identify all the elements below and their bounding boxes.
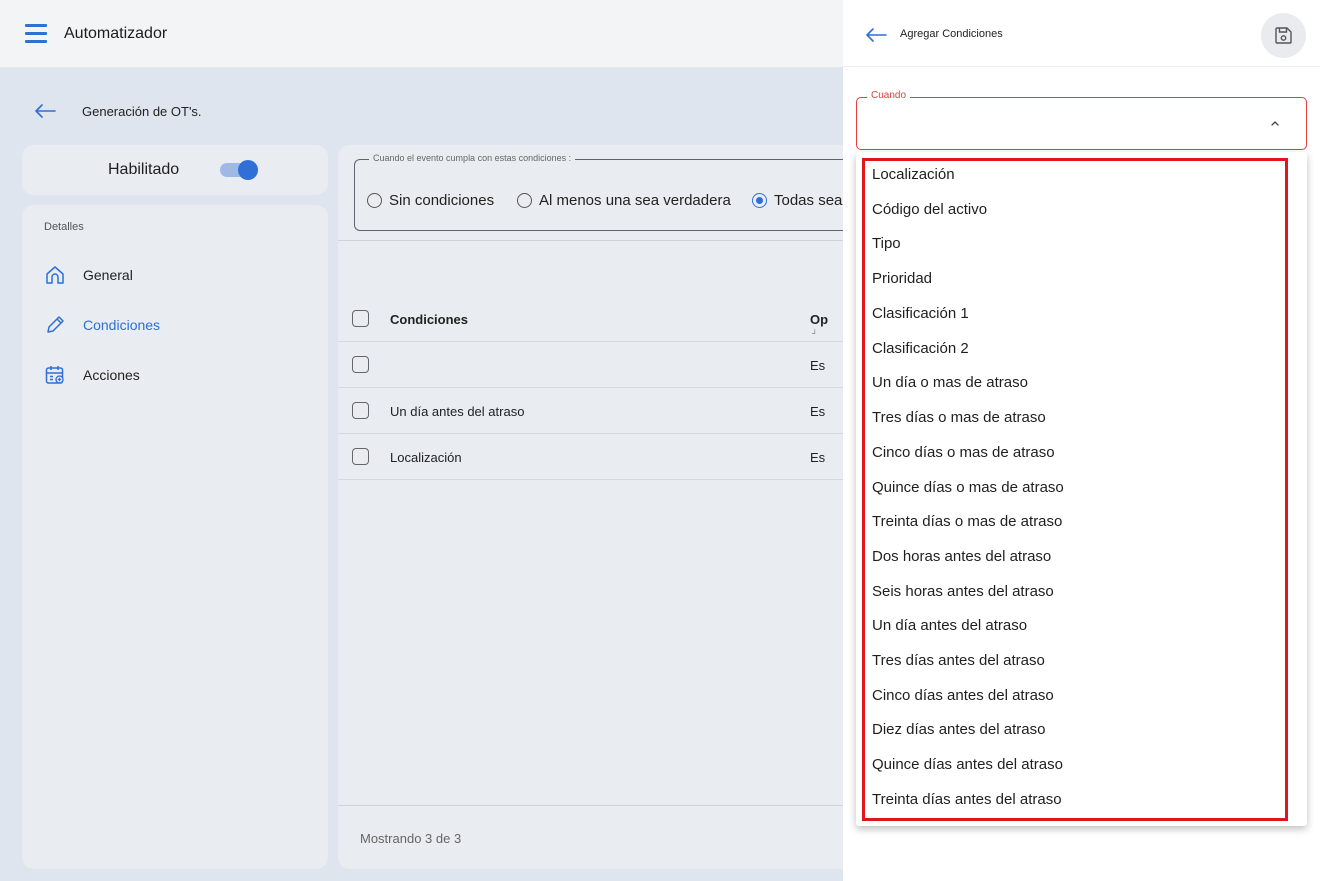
drawer-title: Agregar Condiciones bbox=[900, 28, 1003, 40]
radio-label: Al menos una sea verdadera bbox=[539, 192, 731, 209]
pencil-icon bbox=[47, 316, 64, 333]
row-checkbox[interactable] bbox=[352, 448, 369, 465]
chevron-up-icon bbox=[1271, 121, 1279, 126]
radio-label: Todas sea bbox=[774, 192, 843, 209]
toggle-knob bbox=[238, 160, 258, 180]
enable-label: Habilitado bbox=[108, 161, 180, 178]
row-op: Es bbox=[810, 358, 826, 373]
menu-item-option[interactable]: Tipo bbox=[872, 233, 1282, 255]
sidebar-item-label: General bbox=[83, 267, 133, 283]
menu-item-option[interactable]: Quince días antes del atraso bbox=[872, 754, 1282, 776]
add-conditions-drawer: Agregar Condiciones Cuando Localización … bbox=[843, 0, 1320, 881]
app-title: Automatizador bbox=[64, 25, 168, 42]
row-checkbox[interactable] bbox=[352, 356, 369, 373]
details-panel: Detalles General Condiciones Acciones bbox=[22, 205, 328, 869]
menu-item-option[interactable]: Quince días o mas de atraso bbox=[872, 477, 1282, 499]
menu-item-option[interactable]: Localización bbox=[872, 164, 1282, 186]
radio-circle-selected bbox=[752, 193, 767, 208]
table-row[interactable]: Localización Es bbox=[338, 434, 843, 480]
cuando-options-menu: Localización Código del activo Tipo Prio… bbox=[856, 152, 1307, 826]
menu-item-option[interactable]: Prioridad bbox=[872, 268, 1282, 290]
save-button[interactable] bbox=[1261, 13, 1306, 58]
row-op: Es bbox=[810, 404, 826, 419]
radio-label: Sin condiciones bbox=[389, 192, 495, 209]
breadcrumb-title: Generación de OT's. bbox=[82, 104, 202, 119]
sidebar-item-condiciones[interactable]: Condiciones bbox=[44, 314, 304, 336]
enable-card: Habilitado bbox=[22, 145, 328, 195]
menu-item-option[interactable]: Clasificación 1 bbox=[872, 303, 1282, 325]
menu-item-option[interactable]: Un día o mas de atraso bbox=[872, 372, 1282, 394]
sidebar-item-general[interactable]: General bbox=[44, 264, 304, 286]
save-icon bbox=[1275, 27, 1292, 44]
column-header-op: Op bbox=[810, 312, 829, 327]
radio-circle bbox=[367, 193, 382, 208]
menu-item-option[interactable]: Tres días antes del atraso bbox=[872, 650, 1282, 672]
row-condition: Localización bbox=[390, 450, 462, 465]
row-condition: Un día antes del atraso bbox=[390, 404, 525, 419]
menu-item-option[interactable]: Treinta días antes del atraso bbox=[872, 789, 1282, 811]
menu-item-option[interactable]: Dos horas antes del atraso bbox=[872, 546, 1282, 568]
menu-item-option[interactable]: Código del activo bbox=[872, 199, 1282, 221]
divider bbox=[338, 805, 843, 806]
drawer-header: Agregar Condiciones bbox=[843, 0, 1320, 67]
menu-item-option[interactable]: Tres días o mas de atraso bbox=[872, 407, 1282, 429]
back-arrow-icon[interactable] bbox=[865, 27, 887, 43]
select-all-checkbox[interactable] bbox=[352, 310, 369, 327]
menu-item-option[interactable]: Clasificación 2 bbox=[872, 338, 1282, 360]
column-header-condiciones: Condiciones bbox=[390, 312, 469, 327]
back-arrow-icon[interactable] bbox=[34, 102, 56, 120]
menu-item-option[interactable]: Diez días antes del atraso bbox=[872, 719, 1282, 741]
cuando-select[interactable]: Cuando bbox=[856, 90, 1307, 150]
table-row[interactable]: Es bbox=[338, 342, 843, 388]
calendar-add-icon bbox=[45, 366, 64, 384]
hamburger-menu-icon[interactable] bbox=[25, 24, 47, 44]
menu-item-option[interactable]: Seis horas antes del atraso bbox=[872, 581, 1282, 603]
conditions-panel: Cuando el evento cumpla con estas condic… bbox=[338, 145, 843, 869]
menu-item-option[interactable]: Treinta días o mas de atraso bbox=[872, 511, 1282, 533]
sidebar-item-acciones[interactable]: Acciones bbox=[44, 364, 304, 386]
top-bar: Automatizador bbox=[0, 0, 843, 68]
row-checkbox[interactable] bbox=[352, 402, 369, 419]
enable-toggle[interactable] bbox=[220, 160, 258, 180]
table-row[interactable]: Un día antes del atraso Es bbox=[338, 388, 843, 434]
details-heading: Detalles bbox=[44, 221, 84, 233]
row-op: Es bbox=[810, 450, 826, 465]
radio-circle bbox=[517, 193, 532, 208]
pagination-status: Mostrando 3 de 3 bbox=[360, 831, 462, 846]
menu-item-option[interactable]: Cinco días antes del atraso bbox=[872, 685, 1282, 707]
home-icon bbox=[46, 266, 64, 284]
sidebar-item-label: Acciones bbox=[83, 367, 140, 383]
table-header: Condiciones Op ┘ bbox=[338, 296, 843, 342]
menu-item-option[interactable]: Cinco días o mas de atraso bbox=[872, 442, 1282, 464]
condition-mode-group: Cuando el evento cumpla con estas condic… bbox=[354, 153, 843, 231]
divider bbox=[338, 240, 843, 241]
condition-mode-legend: Cuando el evento cumpla con estas condic… bbox=[369, 153, 576, 163]
column-resize-handle[interactable]: ┘ bbox=[812, 329, 818, 338]
automation-app: Automatizador Generación de OT's. Habili… bbox=[0, 0, 843, 881]
sidebar-item-label: Condiciones bbox=[83, 317, 161, 333]
menu-item-option[interactable]: Un día antes del atraso bbox=[872, 615, 1282, 637]
cuando-label: Cuando bbox=[867, 90, 911, 101]
